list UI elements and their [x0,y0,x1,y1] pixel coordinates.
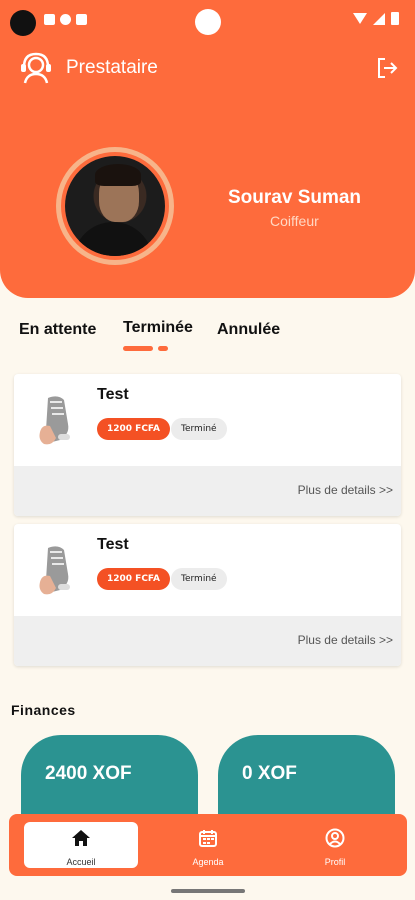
tab-indicator [123,346,153,351]
avatar[interactable] [56,147,174,265]
top-bar: Prestataire [18,52,158,84]
avatar-photo [65,156,165,256]
home-icon [72,830,90,846]
finance-value: 0 XOF [242,763,297,784]
status-badge: Terminé [171,568,227,590]
nav-item-accueil[interactable]: Accueil [24,822,138,868]
calendar-icon [199,830,217,847]
logout-icon[interactable] [375,56,399,80]
sim-icon [76,14,87,25]
order-title: Test [97,386,129,403]
nav-label: Accueil [66,857,96,867]
finances-title: Finances [11,702,76,718]
price-badge: 1200 FCFA [97,418,171,440]
tab-annulee[interactable]: Annulée [217,321,280,339]
details-link[interactable]: Plus de details >> [298,483,393,497]
profile-header [0,0,415,298]
finance-card-balance[interactable]: 0 XOF [218,735,395,825]
globe-icon [60,14,71,25]
finance-value: 2400 XOF [45,763,132,784]
gesture-home-bar[interactable] [171,889,245,893]
bottom-nav: Accueil Agenda Profil [9,814,407,876]
order-card[interactable]: Test 1200 FCFA Terminé Plus de details >… [14,524,401,666]
signal-icon [373,12,385,25]
nav-item-agenda[interactable]: Agenda [151,822,265,868]
app-title: Prestataire [66,57,158,78]
nav-label: Profil [324,857,346,867]
finance-card-total[interactable]: 2400 XOF [21,735,198,825]
notification-icon [44,14,55,25]
battery-icon [391,12,399,25]
order-card[interactable]: Test 1200 FCFA Terminé Plus de details >… [14,374,401,516]
support-agent-icon [21,52,51,84]
front-camera [195,9,221,35]
wifi-icon [353,13,367,24]
tab-terminee[interactable]: Terminée [123,319,193,337]
details-link[interactable]: Plus de details >> [298,633,393,647]
price-badge: 1200 FCFA [97,568,171,590]
profile-icon [325,828,345,848]
user-name: Sourav Suman [228,187,362,208]
status-bar [0,0,415,40]
tab-en-attente[interactable]: En attente [19,321,96,339]
shoe-image [39,546,70,595]
status-badge: Terminé [171,418,227,440]
order-title: Test [97,536,129,553]
shoe-image [39,396,70,445]
nav-item-profil[interactable]: Profil [278,822,392,868]
camera-cutout [10,10,36,36]
nav-label: Agenda [192,857,224,867]
tab-indicator-dot [158,346,168,351]
user-role: Coiffeur [270,213,319,229]
